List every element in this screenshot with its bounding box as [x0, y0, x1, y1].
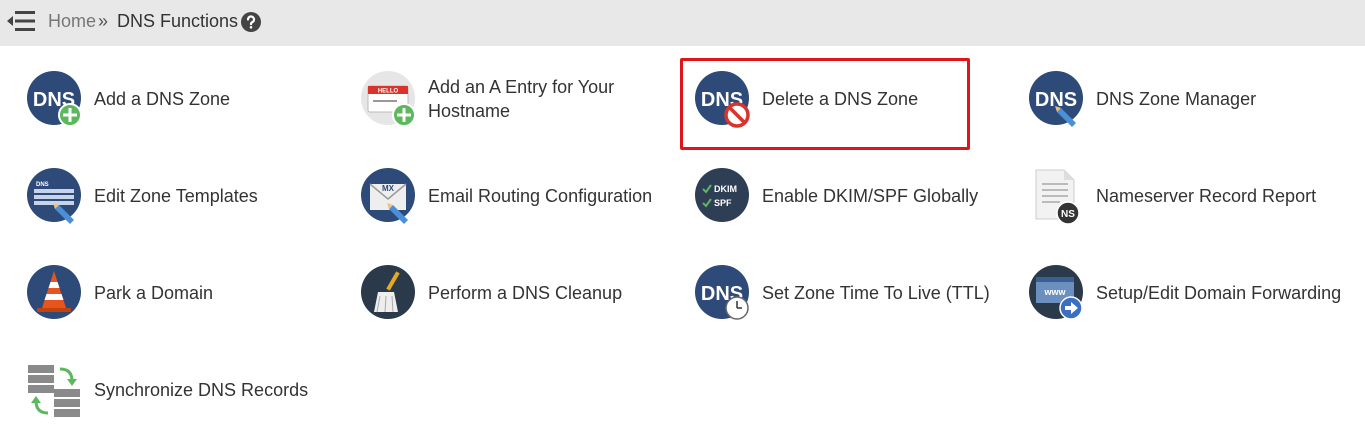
park-a-domain-link[interactable]: Park a Domain — [26, 262, 326, 322]
tool-label: Add a DNS Zone — [94, 89, 231, 109]
synchronize-dns-records-link[interactable]: Synchronize DNS Records — [26, 359, 326, 419]
breadcrumb-separator: » — [98, 11, 109, 31]
page-title: DNS Functions — [117, 11, 239, 31]
ns-report-icon: NS — [1035, 169, 1080, 225]
mx-envelope-icon: MX — [361, 168, 415, 224]
edit-zone-templates-link[interactable]: DNS Edit Zone Templates — [26, 165, 326, 225]
tool-label: Edit Zone Templates — [94, 186, 258, 206]
highlight-box — [680, 58, 970, 150]
www-forward-icon: www — [1029, 265, 1083, 320]
dns-zone-manager-link[interactable]: DNS DNS Zone Manager — [1028, 68, 1328, 128]
svg-text:HELLO: HELLO — [378, 89, 399, 95]
traffic-cone-icon — [27, 265, 81, 319]
tool-label: Email Routing Configuration — [428, 186, 653, 206]
tool-label: Synchronize DNS Records — [94, 380, 309, 400]
svg-text:www: www — [1043, 287, 1066, 297]
svg-text:MX: MX — [382, 184, 395, 193]
menu-collapse-icon[interactable] — [6, 10, 36, 32]
svg-text:DKIM: DKIM — [714, 184, 737, 194]
tool-label: Perform a DNS Cleanup — [428, 283, 623, 303]
email-routing-configuration-link[interactable]: MX Email Routing Configuration — [360, 165, 660, 225]
set-zone-ttl-link[interactable]: DNS Set Zone Time To Live (TTL) — [694, 262, 994, 322]
tool-label: Nameserver Record Report — [1096, 186, 1317, 206]
dns-add-icon: DNS — [27, 71, 82, 127]
tool-label: Set Zone Time To Live (TTL) — [762, 283, 990, 303]
setup-domain-forwarding-link[interactable]: www Setup/Edit Domain Forwarding — [1028, 262, 1358, 322]
hello-badge-add-icon: HELLO — [361, 71, 416, 127]
breadcrumb-bar: Home » DNS Functions — [0, 0, 1365, 46]
tool-label: Add an A Entry for Your Hostname — [428, 77, 615, 121]
svg-text:NS: NS — [1061, 209, 1075, 220]
tool-label: Park a Domain — [94, 283, 214, 303]
dkim-spf-icon: DKIM SPF — [695, 168, 749, 222]
svg-text:DNS: DNS — [36, 182, 49, 188]
tool-label: Enable DKIM/SPF Globally — [762, 186, 979, 206]
dns-edit-icon: DNS — [1029, 71, 1083, 127]
server-sync-icon — [28, 365, 80, 417]
broom-icon — [361, 265, 415, 319]
zone-template-edit-icon: DNS — [27, 168, 81, 224]
question-circle-icon[interactable] — [240, 11, 262, 33]
add-a-entry-link[interactable]: HELLO Add an A Entry for Your Hostname — [360, 68, 660, 128]
add-dns-zone-link[interactable]: DNS Add a DNS Zone — [26, 68, 326, 128]
breadcrumb-home-link[interactable]: Home — [48, 11, 96, 31]
enable-dkim-spf-link[interactable]: DKIM SPF Enable DKIM/SPF Globally — [694, 165, 994, 225]
svg-text:SPF: SPF — [714, 198, 732, 208]
perform-dns-cleanup-link[interactable]: Perform a DNS Cleanup — [360, 262, 660, 322]
tool-label: DNS Zone Manager — [1096, 89, 1257, 109]
dns-clock-icon: DNS — [695, 265, 749, 320]
tool-label: Setup/Edit Domain Forwarding — [1096, 283, 1342, 303]
nameserver-record-report-link[interactable]: NS Nameserver Record Report — [1028, 165, 1328, 225]
